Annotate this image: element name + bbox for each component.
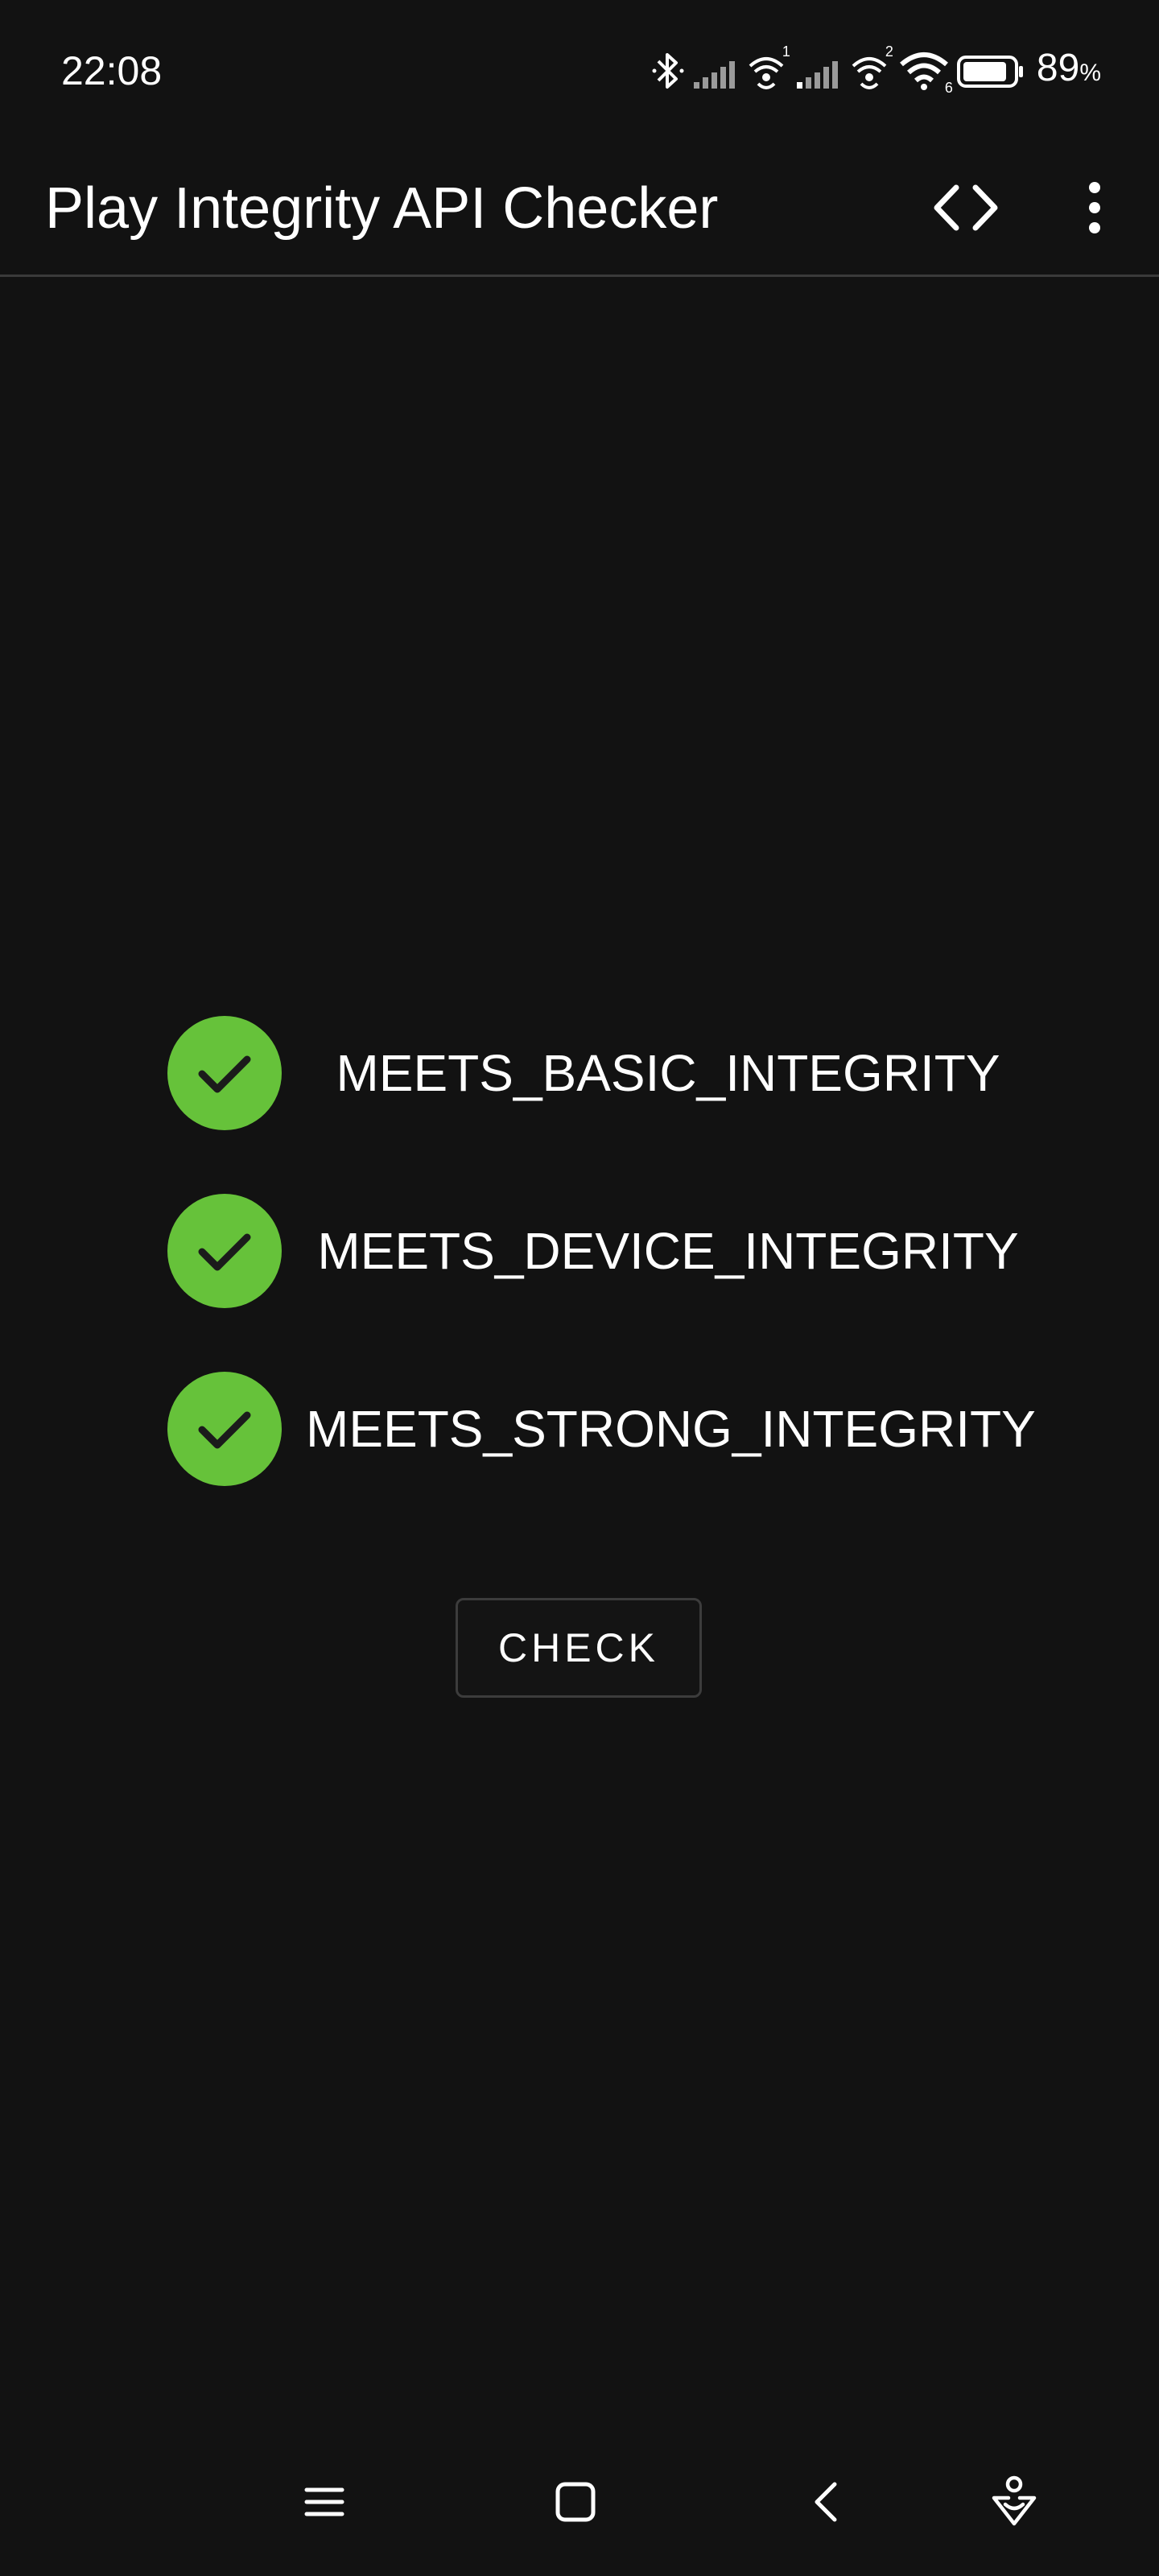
recent-apps-button[interactable] xyxy=(276,2455,373,2552)
check-circle-icon xyxy=(167,1194,282,1308)
sim2-index: 2 xyxy=(885,43,893,60)
menu-icon xyxy=(300,2478,349,2530)
integrity-label: MEETS_STRONG_INTEGRITY xyxy=(306,1400,1036,1458)
integrity-row-basic: MEETS_BASIC_INTEGRITY xyxy=(0,1016,1159,1130)
app-bar: Play Integrity API Checker xyxy=(0,142,1159,277)
status-bar: 22:08 1 2 6 89% xyxy=(0,0,1159,142)
status-icons: 1 2 6 89% xyxy=(650,43,1101,97)
battery-percent: 89% xyxy=(1037,44,1101,97)
code-icon xyxy=(926,180,1006,240)
check-circle-icon xyxy=(167,1372,282,1486)
wifi-version: 6 xyxy=(944,80,953,96)
home-icon xyxy=(551,2478,600,2530)
assistant-icon xyxy=(986,2474,1042,2534)
sim1-index: 1 xyxy=(782,43,790,60)
navigation-bar xyxy=(0,2447,1159,2560)
home-button[interactable] xyxy=(527,2455,624,2552)
assistant-button[interactable] xyxy=(966,2455,1062,2552)
app-title: Play Integrity API Checker xyxy=(45,176,719,241)
wifi-icon: 6 xyxy=(898,48,953,96)
back-button[interactable] xyxy=(778,2455,875,2552)
status-time: 22:08 xyxy=(61,48,163,93)
signal-icon xyxy=(795,48,843,93)
signal-icon xyxy=(692,48,740,93)
battery-percent-sign: % xyxy=(1079,60,1101,86)
check-circle-icon xyxy=(167,1016,282,1130)
bluetooth-icon xyxy=(650,48,686,93)
more-options-button[interactable] xyxy=(1062,161,1127,258)
wifi-calling-icon: 2 xyxy=(850,43,893,93)
integrity-row-device: MEETS_DEVICE_INTEGRITY xyxy=(0,1194,1159,1308)
check-button[interactable]: CHECK xyxy=(456,1598,702,1698)
battery-percent-value: 89 xyxy=(1036,47,1080,89)
more-vert-icon xyxy=(1085,180,1104,240)
wifi-calling-icon: 1 xyxy=(747,43,790,93)
battery-icon xyxy=(956,48,1025,93)
back-icon xyxy=(802,2478,851,2530)
integrity-label: MEETS_BASIC_INTEGRITY xyxy=(336,1044,1000,1102)
integrity-row-strong: MEETS_STRONG_INTEGRITY xyxy=(0,1372,1159,1486)
code-button[interactable] xyxy=(918,161,1014,258)
integrity-label: MEETS_DEVICE_INTEGRITY xyxy=(317,1222,1019,1280)
